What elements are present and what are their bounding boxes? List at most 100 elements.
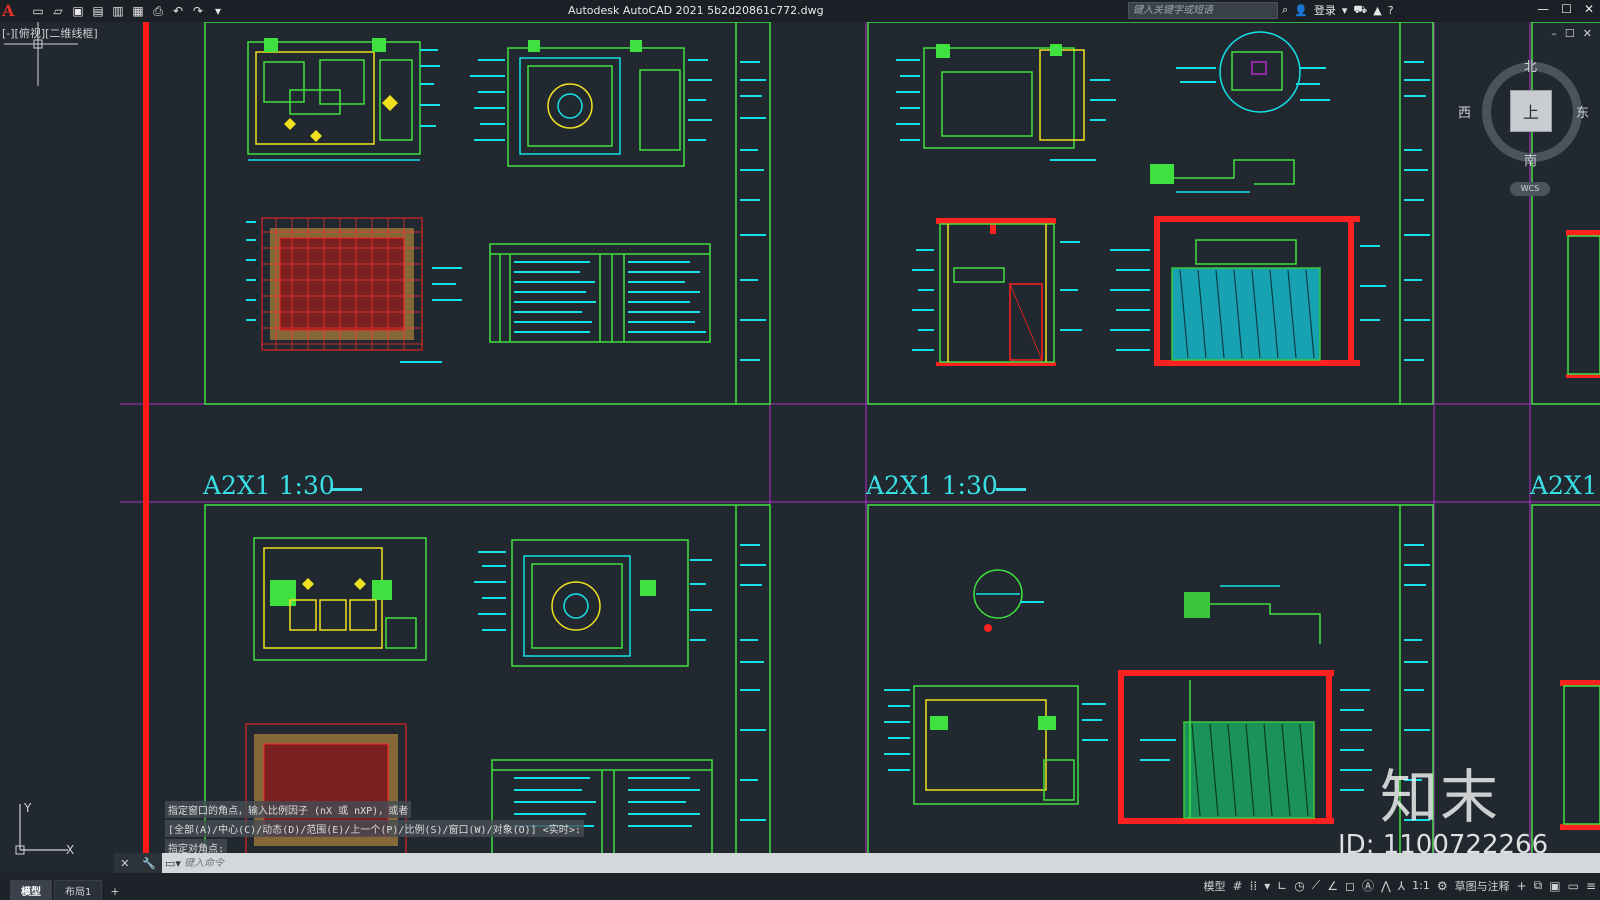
open-icon[interactable]: ▱ [50,3,66,19]
autodesk-a360-icon[interactable]: ▲ [1373,4,1381,17]
ucs-icon: Y X [15,801,74,857]
add-layout-button[interactable]: + [104,883,125,900]
search-input[interactable]: 键入关键字或短语 [1128,2,1278,19]
object-snap-tracking-icon[interactable]: ∠ [1327,879,1338,893]
search-placeholder: 键入关键字或短语 [1133,5,1213,16]
sheet-frame-top-left [204,22,771,405]
watermark-brand: 知末 [1380,763,1501,831]
plus-icon[interactable]: + [1517,879,1527,893]
detail-circle-drawing [1219,31,1301,113]
ucs-x-label: X [66,843,74,857]
object-snap-icon[interactable]: ◻ [1345,879,1355,893]
annotation-scale-value[interactable]: 1:1 [1412,879,1430,892]
chevron-down-icon[interactable]: ▾ [1342,4,1348,17]
customization-menu-icon[interactable]: ≡ [1586,879,1596,893]
viewcube-north[interactable]: 北 [1524,56,1537,75]
sheet-label-underline [332,488,362,491]
title-bar: A ▭ ▱ ▣ ▤ ▥ ▦ ⎙ ↶ ↷ ▾ Autodesk AutoCAD 2… [0,0,1600,22]
customize-icon[interactable]: 🔧 [142,857,156,870]
material-table-rows [514,261,706,333]
viewcube-east[interactable]: 东 [1576,102,1589,121]
mid-floor-plan-drawing-2 [913,685,1079,805]
close-icon[interactable]: ✕ [120,857,129,870]
annotation-visibility-icon[interactable]: Ⓐ [1362,877,1374,894]
workspace-switch[interactable]: 草图与注释 [1455,878,1510,894]
viewport-window-controls: – ☐ ✕ [1551,27,1592,40]
auto-scale-icon[interactable]: ⋀ [1381,879,1391,893]
maximize-icon[interactable]: ☐ [1561,2,1572,16]
title-block-top-left [740,61,766,361]
ucs-y-label: Y [23,801,32,815]
minimize-icon[interactable]: — [1537,2,1549,16]
autocad-window: A ▭ ▱ ▣ ▤ ▥ ▦ ⎙ ↶ ↷ ▾ Autodesk AutoCAD 2… [0,0,1600,900]
ceiling-plan-drawing-2 [511,539,689,667]
detail-circle-drawing-2 [973,569,1023,632]
command-input[interactable] [184,857,784,869]
viewport-minimize-icon[interactable]: – [1551,27,1557,40]
workspace-dropdown-icon[interactable]: ▾ [210,3,226,19]
login-button[interactable]: 登录 [1314,2,1336,18]
autocad-logo-icon[interactable]: A [2,2,20,20]
section-detail-drawing [1150,159,1295,193]
cart-icon[interactable]: ⛟ [1353,3,1367,18]
save-as-icon[interactable]: ▤ [90,3,106,19]
command-prompt-icon[interactable]: ▭▾ [162,853,184,873]
snap-icon[interactable]: ⁞⁞ [1250,879,1258,893]
ortho-icon[interactable]: ∟ [1277,879,1287,893]
wcs-menu[interactable]: WCS [1510,182,1550,196]
clean-screen-icon[interactable]: ▭ [1568,879,1579,893]
elevation-right-drawing [1154,216,1360,366]
viewport-close-icon[interactable]: ✕ [1583,27,1592,40]
viewport-controls-label[interactable]: [-][俯视][二维线框] [2,25,98,41]
tab-model[interactable]: 模型 [10,880,52,900]
mid-plan-annotations [896,59,1116,161]
close-icon[interactable]: ✕ [1584,2,1594,16]
status-toggles: 模型 # ⁞⁞ ▾ ∟ ◷ ⟋ ∠ ◻ Ⓐ ⋀ ⅄ 1:1 ⚙ 草图与注释 + … [1204,877,1596,894]
search-icon[interactable]: ⌕ [1282,3,1288,17]
undo-icon[interactable]: ↶ [170,3,186,19]
user-icon[interactable]: 👤 [1294,4,1308,17]
drawing-canvas[interactable]: A2X1 1:30 A2X1 1:30 A2X1 [0,22,1600,870]
layout-tabs: 模型 布局1 + [10,873,126,900]
plot-preview-icon[interactable]: ▦ [130,3,146,19]
save-icon[interactable]: ▣ [70,3,86,19]
sheet-label-underline [996,488,1026,491]
tab-layout1[interactable]: 布局1 [54,880,103,900]
chevron-down-icon[interactable]: ▾ [1264,879,1270,893]
grid-icon[interactable]: # [1233,879,1243,893]
elevation-left-drawing [936,218,1056,366]
red-axis-line [143,22,149,860]
window-controls: — ☐ ✕ [1537,2,1594,16]
command-line: ✕ 🔧 ▭▾ [114,853,1600,873]
viewcube-top-face[interactable]: 上 [1510,90,1552,132]
annotation-scale-icon[interactable]: ⅄ [1398,879,1405,893]
print-icon[interactable]: ⎙ [150,3,166,19]
command-history-line: [全部(A)/中心(C)/动态(D)/范围(E)/上一个(P)/比例(S)/窗口… [165,820,584,837]
detail-annotations [1176,67,1330,101]
title-block-bottom-left [740,544,766,821]
plan-annotations [420,49,440,127]
elevation-left-annotations [912,241,1082,351]
model-space-button[interactable]: 模型 [1204,878,1226,894]
isodraft-icon[interactable]: ⟋ [1312,878,1320,893]
viewcube-west[interactable]: 西 [1458,102,1471,121]
new-icon[interactable]: ▭ [30,3,46,19]
polar-tracking-icon[interactable]: ◷ [1294,879,1304,893]
hardware-acceleration-icon[interactable]: ▣ [1549,879,1560,893]
viewport-restore-icon[interactable]: ☐ [1565,27,1575,40]
carpet-grid-drawing [261,217,423,351]
floor-plan-drawing-2 [253,537,427,661]
sheet-frame-bottom-mid [867,504,1434,866]
publish-icon[interactable]: ▥ [110,3,126,19]
isolate-objects-icon[interactable]: ⧉ [1534,878,1543,893]
viewcube[interactable]: 上 北 南 西 东 WCS [1458,56,1590,208]
help-icon[interactable]: ? [1388,4,1394,17]
sheet-label-mid: A2X1 1:30 [865,471,998,500]
sheet-label-right: A2X1 [1529,471,1598,500]
viewcube-south[interactable]: 南 [1524,150,1537,169]
mid-floor-plan-drawing [923,44,1085,149]
redo-icon[interactable]: ↷ [190,3,206,19]
window-title: Autodesk AutoCAD 2021 5b2d20861c772.dwg [568,4,824,17]
gear-icon[interactable]: ⚙ [1437,879,1448,893]
title-bar-tools: ⌕ 👤 登录 ▾ ⛟ ▲ ? [1282,2,1394,18]
